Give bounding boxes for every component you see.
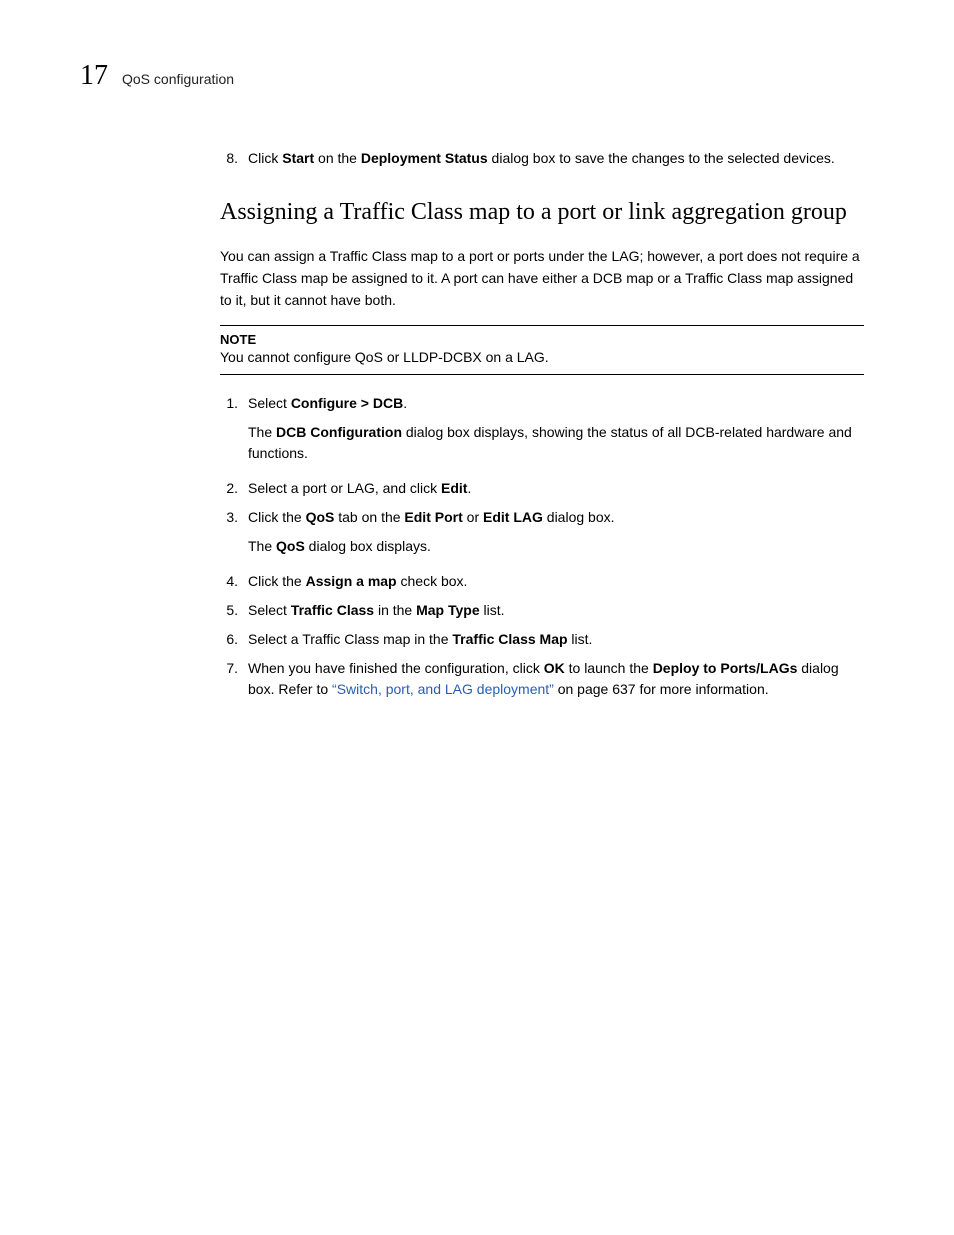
step-text: Select Configure > DCB. xyxy=(248,393,864,414)
section-heading: Assigning a Traffic Class map to a port … xyxy=(220,197,864,228)
step-8: 8. Click Start on the Deployment Status … xyxy=(220,148,864,169)
step-number: 6. xyxy=(220,629,238,650)
step-7: 7. When you have finished the configurat… xyxy=(220,658,864,700)
note-top-rule xyxy=(220,325,864,326)
step-3-sub: The QoS dialog box displays. xyxy=(248,536,864,557)
step-text: Click the Assign a map check box. xyxy=(248,571,864,592)
chapter-title: QoS configuration xyxy=(122,71,234,87)
step-6: 6. Select a Traffic Class map in the Tra… xyxy=(220,629,864,650)
note-label: NOTE xyxy=(220,332,864,347)
step-text: Click Start on the Deployment Status dia… xyxy=(248,148,864,169)
step-text: Click the QoS tab on the Edit Port or Ed… xyxy=(248,507,864,528)
note-bottom-rule xyxy=(220,374,864,375)
page-header: 17 QoS configuration xyxy=(80,60,864,92)
step-3: 3. Click the QoS tab on the Edit Port or… xyxy=(220,507,864,528)
note-body: You cannot configure QoS or LLDP-DCBX on… xyxy=(220,347,864,368)
intro-paragraph: You can assign a Traffic Class map to a … xyxy=(220,246,864,311)
chapter-number: 17 xyxy=(80,60,108,92)
step-text: Select a Traffic Class map in the Traffi… xyxy=(248,629,864,650)
step-5: 5. Select Traffic Class in the Map Type … xyxy=(220,600,864,621)
step-4: 4. Click the Assign a map check box. xyxy=(220,571,864,592)
steps-list: 1. Select Configure > DCB. The DCB Confi… xyxy=(220,393,864,700)
step-number: 5. xyxy=(220,600,238,621)
step-number: 4. xyxy=(220,571,238,592)
step-number: 8. xyxy=(220,148,238,169)
step-2: 2. Select a port or LAG, and click Edit. xyxy=(220,478,864,499)
step-number: 1. xyxy=(220,393,238,414)
step-1: 1. Select Configure > DCB. xyxy=(220,393,864,414)
step-text: Select Traffic Class in the Map Type lis… xyxy=(248,600,864,621)
step-number: 3. xyxy=(220,507,238,528)
cross-ref-link[interactable]: “Switch, port, and LAG deployment” xyxy=(332,681,554,697)
page-content: 8. Click Start on the Deployment Status … xyxy=(220,148,864,700)
step-text: Select a port or LAG, and click Edit. xyxy=(248,478,864,499)
step-text: When you have finished the configuration… xyxy=(248,658,864,700)
step-number: 2. xyxy=(220,478,238,499)
step-number: 7. xyxy=(220,658,238,700)
step-1-sub: The DCB Configuration dialog box display… xyxy=(248,422,864,464)
